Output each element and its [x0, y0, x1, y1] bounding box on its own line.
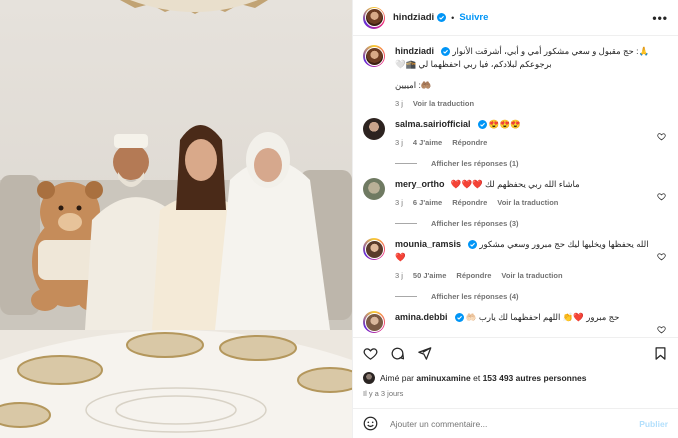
caption-time: 3 j [395, 99, 403, 108]
likes-user[interactable]: aminuxamine [416, 373, 470, 383]
verified-icon [437, 13, 447, 22]
view-replies-button[interactable]: Afficher les réponses (4) [395, 292, 650, 301]
wall-mirror-decoration [120, 0, 268, 14]
verified-icon [468, 240, 478, 250]
avatar[interactable] [363, 45, 385, 67]
caption: hindziadi 🙏: حج مقبول و سعي مشكور أمي و … [363, 45, 668, 108]
more-icon[interactable]: ••• [652, 11, 668, 25]
view-replies-label: Afficher les réponses (3) [431, 219, 519, 228]
publish-button[interactable]: Publier [639, 419, 668, 429]
reply-button[interactable]: Répondre [452, 198, 487, 207]
post-author-username[interactable]: hindziadi [393, 12, 434, 23]
translate-link[interactable]: Voir la traduction [413, 99, 474, 108]
heart-icon[interactable] [657, 132, 666, 141]
comment-text: 😍😍😍 [488, 119, 521, 129]
view-replies-button[interactable]: Afficher les réponses (1) [395, 159, 650, 168]
likes-summary[interactable]: Aimé par aminuxamine et 153 493 autres p… [363, 372, 668, 384]
comment-input[interactable] [390, 418, 640, 429]
comment-likes[interactable]: 6 J'aime [413, 198, 442, 207]
verified-icon [477, 120, 487, 130]
comment-meta: 3 j 4 J'aime Répondre [395, 138, 650, 147]
heart-icon[interactable] [363, 346, 378, 361]
caption-meta: 3 j Voir la traduction [395, 99, 650, 108]
view-replies-button[interactable]: Afficher les réponses (3) [395, 219, 650, 228]
avatar[interactable] [363, 178, 385, 200]
heart-icon[interactable] [657, 252, 666, 261]
comment-time: 3 j [395, 138, 403, 147]
avatar[interactable] [363, 6, 385, 29]
emoji-icon[interactable] [363, 416, 378, 431]
likes-count[interactable]: 153 493 autres personnes [483, 373, 587, 383]
separator-dot: • [451, 12, 455, 23]
translate-link[interactable]: Voir la traduction [497, 198, 558, 207]
comment-item: mounia_ramsis الله يحفظها ويخليها ليك حج… [363, 238, 668, 301]
comment-likes[interactable]: 50 J'aime [413, 271, 446, 280]
comment-time: 3 j [395, 198, 403, 207]
post-timestamp: Il y a 3 jours [363, 389, 404, 398]
comment-item: amina.debbi حج مبرور ❤️👏 اللهم احفظهما ل… [363, 311, 668, 334]
add-comment-bar: Publier [353, 408, 678, 438]
person-mother [215, 132, 330, 330]
comment-text: ماشاء الله ربي يحفظهم لك ❤️❤️❤️ [450, 179, 580, 189]
comment-username[interactable]: salma.sairiofficial [395, 119, 471, 129]
avatar[interactable] [363, 238, 385, 260]
post-panel: hindziadi • Suivre ••• hindziadi 🙏: حج م… [352, 0, 678, 438]
caption-username[interactable]: hindziadi [395, 46, 434, 56]
caption-text-2: 🤲🏽: امييين [395, 80, 432, 90]
action-bar: Aimé par aminuxamine et 153 493 autres p… [353, 337, 678, 407]
comment-meta: 3 j 50 J'aime Répondre Voir la traductio… [395, 271, 650, 280]
heart-icon[interactable] [657, 192, 666, 201]
comment-item: salma.sairiofficial 😍😍😍 3 j 4 J'aime Rép… [363, 118, 668, 168]
translate-link[interactable]: Voir la traduction [501, 271, 562, 280]
likes-suffix: et [473, 373, 481, 383]
comment-username[interactable]: amina.debbi [395, 312, 448, 322]
comment-likes[interactable]: 4 J'aime [413, 138, 442, 147]
bookmark-icon[interactable] [653, 346, 668, 361]
comment-username[interactable]: mery_ortho [395, 179, 445, 189]
avatar[interactable] [363, 311, 385, 333]
share-icon[interactable] [417, 346, 432, 361]
view-replies-label: Afficher les réponses (1) [431, 159, 519, 168]
post-photo-illustration [0, 0, 352, 438]
comment-username[interactable]: mounia_ramsis [395, 239, 461, 249]
likes-prefix: Aimé par [380, 373, 415, 383]
comment-icon[interactable] [390, 346, 405, 361]
avatar [363, 372, 375, 384]
post-photo[interactable] [0, 0, 352, 438]
dining-table [0, 330, 352, 438]
comments-list[interactable]: hindziadi 🙏: حج مقبول و سعي مشكور أمي و … [353, 37, 678, 337]
avatar[interactable] [363, 118, 385, 140]
post-header: hindziadi • Suivre ••• [353, 0, 678, 36]
follow-button[interactable]: Suivre [459, 12, 488, 23]
view-replies-label: Afficher les réponses (4) [431, 292, 519, 301]
verified-icon [441, 47, 450, 57]
comment-item: mery_ortho ماشاء الله ربي يحفظهم لك ❤️❤️… [363, 178, 668, 228]
comment-meta: 3 j 6 J'aime Répondre Voir la traduction [395, 198, 650, 207]
heart-icon[interactable] [657, 325, 666, 334]
comment-text: حج مبرور ❤️👏 اللهم احفظهما لك يارب 🤲🏻 [465, 312, 620, 322]
verified-icon [454, 313, 464, 323]
comment-time: 3 j [395, 271, 403, 280]
reply-button[interactable]: Répondre [456, 271, 491, 280]
reply-button[interactable]: Répondre [452, 138, 487, 147]
